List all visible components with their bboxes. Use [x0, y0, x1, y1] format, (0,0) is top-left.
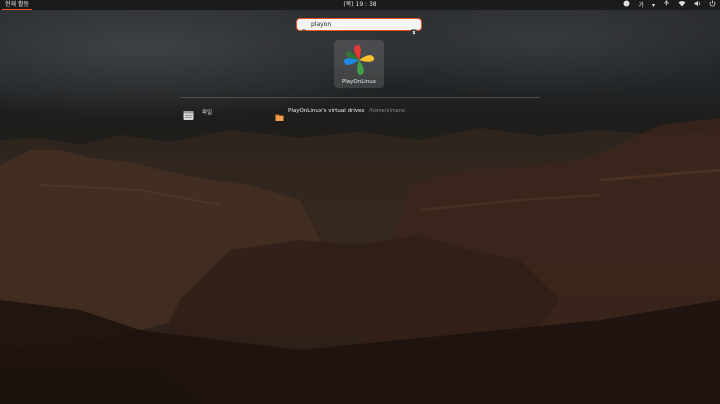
- file-result-title: PlayOnLinux's virtual drives: [288, 108, 365, 114]
- app-result-playonlinux[interactable]: PlayOnLinux: [334, 40, 384, 88]
- folder-icon: [275, 107, 284, 121]
- clock[interactable]: (목) 19 : 38: [0, 0, 720, 9]
- clear-search-icon[interactable]: [409, 21, 417, 36]
- search-input[interactable]: [311, 20, 403, 29]
- files-icon: [183, 106, 194, 120]
- power-icon[interactable]: [709, 0, 716, 10]
- search-box[interactable]: [296, 18, 422, 36]
- volume-icon[interactable]: [694, 0, 701, 10]
- language-dropdown-icon[interactable]: ▾: [652, 1, 655, 10]
- provider-label: 파일: [202, 110, 213, 116]
- results-divider: [180, 97, 540, 98]
- network-icon[interactable]: [678, 0, 686, 10]
- playonlinux-icon: [342, 43, 376, 81]
- input-method-icon[interactable]: [623, 0, 630, 10]
- search-icon: [301, 21, 308, 36]
- file-result-path: /home/ximeno: [369, 108, 406, 114]
- app-result-label: PlayOnLinux: [341, 79, 377, 85]
- top-bar: 현재 활동 (목) 19 : 38 가 ▾: [0, 0, 720, 10]
- input-method-label[interactable]: 가: [638, 1, 644, 10]
- accessibility-icon[interactable]: [663, 0, 670, 10]
- system-tray[interactable]: 가 ▾: [623, 0, 716, 10]
